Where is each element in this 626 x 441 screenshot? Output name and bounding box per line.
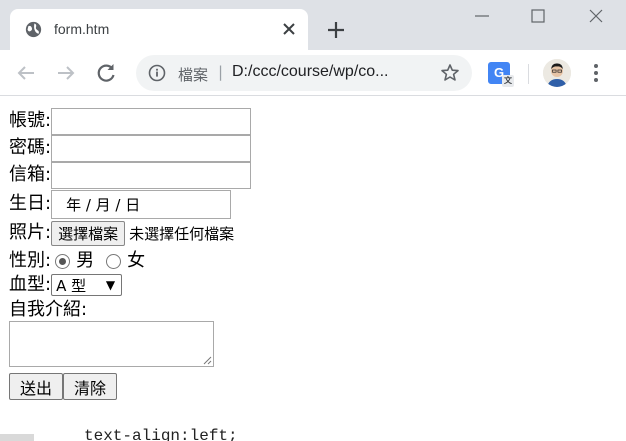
- gender-row: 性別: 男 女: [9, 248, 145, 274]
- bookmark-star-icon[interactable]: [440, 63, 460, 83]
- birthday-date-input[interactable]: 年 / 月 / 日: [51, 189, 232, 219]
- email-label: 信箱:: [9, 164, 52, 185]
- avatar-person-icon: [543, 59, 571, 87]
- file-status-text: 未選擇任何檔案: [129, 224, 235, 243]
- forward-arrow-icon[interactable]: [54, 61, 78, 85]
- gender-female-label[interactable]: 女: [127, 249, 145, 273]
- background-code-text: text-align:left;: [84, 427, 238, 441]
- intro-label: 自我介紹:: [9, 299, 88, 320]
- back-arrow-icon[interactable]: [14, 61, 38, 85]
- photo-label: 照片:: [9, 222, 52, 243]
- reset-button[interactable]: 清除: [63, 373, 117, 400]
- account-label: 帳號:: [9, 110, 52, 131]
- globe-icon: [25, 21, 42, 38]
- page-content: 帳號: 密碼: 信箱: 生日: 年 / 月 / 日 照片: 選擇檔案 未選擇任何…: [0, 97, 626, 441]
- window-maximize-icon[interactable]: [528, 6, 548, 26]
- more-menu-icon[interactable]: [586, 62, 606, 84]
- email-row: 信箱:: [9, 161, 252, 189]
- gender-label: 性別:: [9, 250, 52, 271]
- translate-sub-icon: 文: [502, 75, 514, 87]
- info-icon[interactable]: [148, 64, 166, 82]
- email-input[interactable]: [51, 161, 252, 189]
- window-close-icon[interactable]: [586, 6, 606, 26]
- toolbar-divider: [528, 64, 529, 84]
- google-translate-extension-icon[interactable]: G 文: [488, 62, 514, 87]
- background-window-edge: [0, 434, 34, 441]
- tab-strip: form.htm: [0, 0, 626, 50]
- account-row: 帳號:: [9, 107, 252, 135]
- browser-toolbar: 檔案 | D:/ccc/course/wp/co... G 文: [0, 50, 626, 96]
- profile-avatar[interactable]: [543, 59, 571, 87]
- blood-row: 血型: A 型 ▼: [9, 272, 123, 298]
- omnibox-file-label: 檔案: [178, 66, 209, 84]
- gender-male-radio[interactable]: [55, 253, 71, 269]
- password-input[interactable]: [51, 134, 252, 162]
- password-row: 密碼:: [9, 134, 252, 162]
- url-text[interactable]: D:/ccc/course/wp/co...: [232, 63, 389, 81]
- intro-row: 自我介紹:: [9, 297, 87, 323]
- omnibox-separator: |: [218, 63, 224, 81]
- account-input[interactable]: [51, 107, 252, 135]
- resize-grip-icon[interactable]: [202, 355, 212, 365]
- close-tab-icon[interactable]: [279, 19, 299, 39]
- new-tab-plus-icon[interactable]: [324, 18, 348, 42]
- password-label: 密碼:: [9, 137, 52, 158]
- date-placeholder: 年 / 月 / 日: [66, 195, 141, 214]
- blood-selected-value: A 型: [56, 276, 87, 295]
- submit-button[interactable]: 送出: [9, 373, 63, 400]
- blood-type-select[interactable]: A 型 ▼: [51, 274, 123, 296]
- birthday-row: 生日: 年 / 月 / 日: [9, 189, 232, 219]
- dropdown-arrow-icon: ▼: [105, 278, 116, 292]
- address-bar[interactable]: 檔案 | D:/ccc/course/wp/co...: [136, 55, 472, 91]
- blood-label: 血型:: [9, 274, 52, 295]
- gender-female-radio[interactable]: [106, 253, 122, 269]
- gender-male-label[interactable]: 男: [76, 249, 94, 273]
- intro-textarea[interactable]: [9, 321, 214, 367]
- window-minimize-icon[interactable]: [472, 6, 492, 26]
- choose-file-button[interactable]: 選擇檔案: [51, 220, 126, 246]
- reload-icon[interactable]: [94, 61, 118, 85]
- tab-title: form.htm: [54, 21, 110, 37]
- active-tab[interactable]: form.htm: [10, 9, 308, 50]
- birthday-label: 生日:: [9, 193, 52, 214]
- photo-row: 照片: 選擇檔案 未選擇任何檔案: [9, 220, 234, 246]
